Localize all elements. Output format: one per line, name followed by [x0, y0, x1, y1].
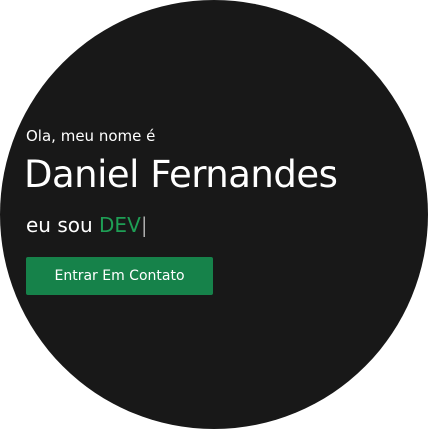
role-line: eu sou DEV|	[26, 213, 148, 237]
typing-cursor: |	[140, 213, 148, 237]
role-highlight: DEV	[99, 213, 141, 237]
hero-name: Daniel Fernandes	[24, 153, 338, 196]
contact-button[interactable]: Entrar Em Contato	[26, 257, 213, 295]
role-prefix: eu sou	[26, 213, 100, 237]
hero-section: Ola, meu nome é Daniel Fernandes eu sou …	[0, 0, 428, 429]
greeting-text: Ola, meu nome é	[26, 127, 156, 145]
